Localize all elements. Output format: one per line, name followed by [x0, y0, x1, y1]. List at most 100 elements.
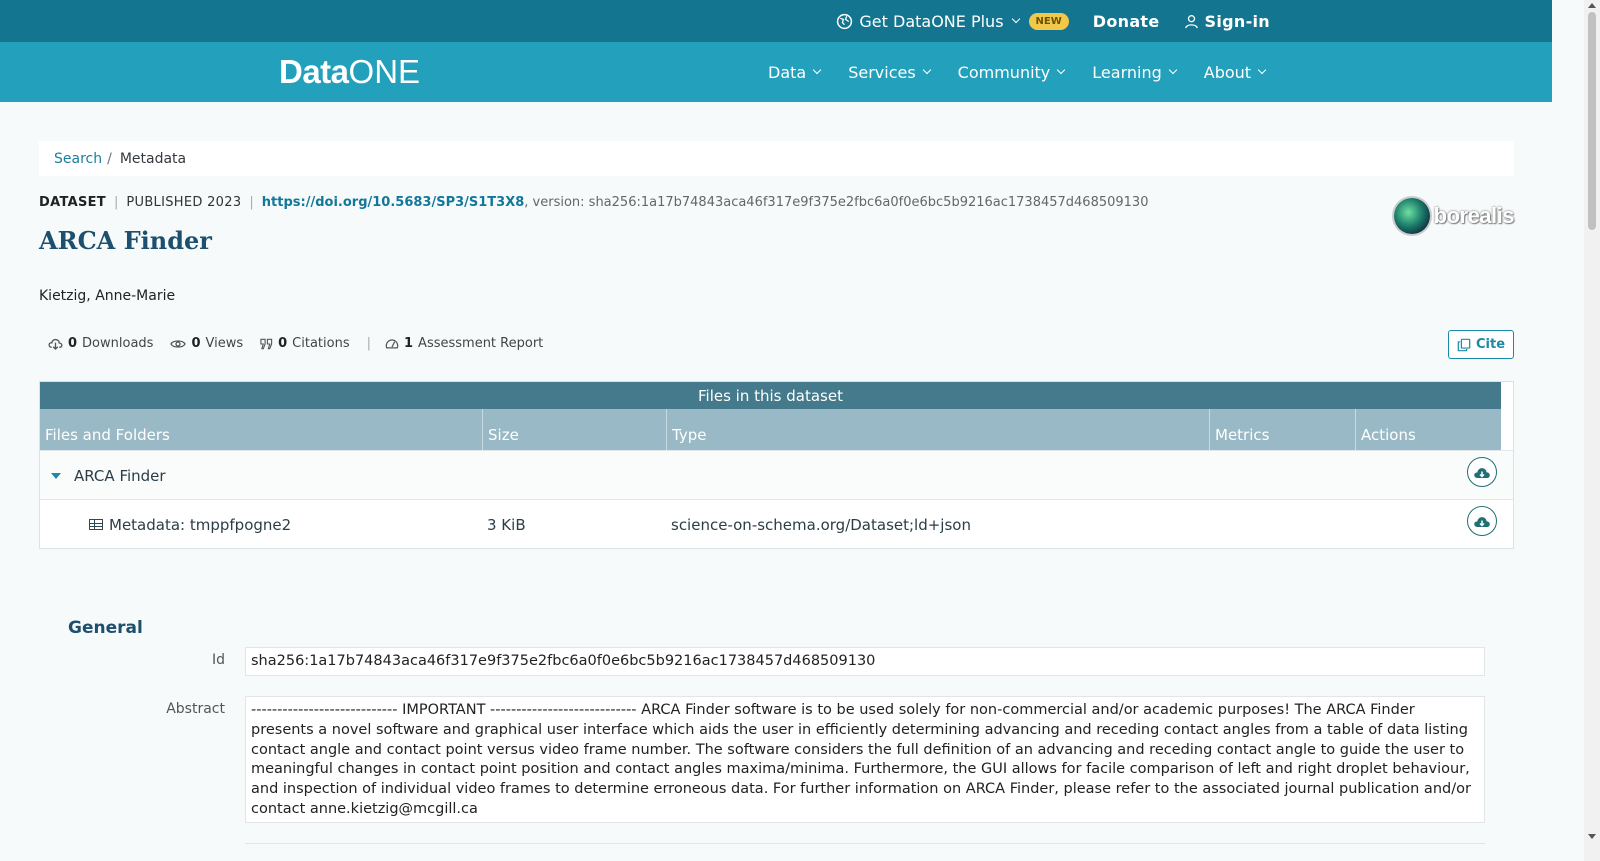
column-metrics: Metrics — [1209, 409, 1355, 450]
folder-name[interactable]: ARCA Finder — [74, 451, 166, 500]
gauge-icon — [385, 339, 399, 349]
assessment-report-stat[interactable]: 1 Assessment Report — [385, 336, 543, 351]
chevron-down-icon — [1257, 65, 1267, 75]
cloud-download-icon — [48, 338, 63, 350]
folder-row[interactable]: ARCA Finder — [40, 450, 1513, 499]
page-title: ARCA Finder — [39, 226, 212, 255]
meta-divider: | — [113, 195, 119, 210]
nav-item-learning[interactable]: Learning — [1092, 62, 1177, 82]
citations-stat: 0 Citations — [260, 336, 350, 351]
chevron-down-icon — [812, 65, 822, 75]
eye-icon — [170, 339, 187, 348]
chevron-down-icon — [1011, 14, 1020, 24]
borealis-emblem-icon — [1394, 198, 1430, 234]
downloads-count: 0 — [68, 336, 78, 351]
globe-icon — [837, 13, 853, 29]
nav-item-label: About — [1203, 62, 1252, 82]
repository-logo[interactable]: borealis — [1394, 197, 1515, 235]
scroll-up-arrow-icon[interactable] — [1588, 3, 1596, 8]
chevron-down-icon — [1057, 65, 1066, 75]
table-icon — [89, 519, 103, 530]
downloads-label: Downloads — [82, 336, 154, 351]
breadcrumb-separator: / — [107, 150, 112, 167]
logo-text-one: ONE — [348, 53, 421, 90]
file-size: 3 KiB — [487, 515, 526, 534]
user-icon — [1184, 14, 1198, 28]
meta-divider: | — [249, 195, 254, 210]
chevron-down-icon — [922, 65, 931, 75]
dataset-stats: 0 Downloads 0 Views 0 Citations | 1 Asse… — [48, 336, 560, 351]
scroll-thumb[interactable] — [1588, 12, 1596, 230]
file-type: science-on-schema.org/Dataset;ld+json — [671, 515, 971, 534]
breadcrumb-search-link[interactable]: Search — [54, 151, 102, 167]
views-stat: 0 Views — [170, 336, 243, 351]
sign-in-link[interactable]: Sign-in — [1184, 12, 1270, 31]
cloud-download-icon — [1474, 516, 1490, 527]
cloud-download-icon — [1474, 467, 1490, 478]
next-field-edge — [245, 843, 1485, 844]
views-count: 0 — [191, 336, 201, 351]
nav-item-community[interactable]: Community — [957, 62, 1066, 82]
quote-icon — [260, 338, 273, 349]
downloads-stat: 0 Downloads — [48, 336, 153, 351]
column-type: Type — [666, 409, 1209, 450]
download-file-button[interactable] — [1467, 506, 1497, 536]
page-scrollbar[interactable] — [1584, 0, 1600, 861]
nav-item-services[interactable]: Services — [848, 62, 931, 82]
breadcrumb: Search / Metadata — [39, 141, 1514, 176]
nav-item-about[interactable]: About — [1203, 62, 1267, 82]
breadcrumb-current: Metadata — [119, 150, 187, 167]
id-value: sha256:1a17b74843aca46f317e9f375e2fbc6a0… — [245, 647, 1485, 676]
abstract-value: ---------------------------- IMPORTANT -… — [245, 696, 1485, 823]
download-folder-button[interactable] — [1467, 457, 1497, 487]
logo-text-data: Data — [279, 53, 349, 90]
id-label: Id — [211, 652, 225, 668]
views-label: Views — [205, 336, 244, 351]
general-section-title: General — [68, 618, 143, 638]
dataset-author: Kietzig, Anne-Marie — [39, 288, 176, 304]
dataone-logo[interactable]: Data ONE — [279, 53, 421, 90]
get-dataone-plus-menu[interactable]: Get DataONE Plus NEW — [836, 11, 1069, 31]
new-badge: NEW — [1028, 12, 1069, 30]
file-row[interactable]: Metadata: tmppfpogne2 3 KiB science-on-s… — [40, 499, 1513, 548]
file-name: Metadata: tmppfpogne2 — [109, 515, 292, 534]
abstract-label: Abstract — [166, 701, 225, 717]
nav-item-label: Data — [768, 62, 807, 82]
main-nav: Data ONE Data Services Community Learning… — [0, 42, 1552, 102]
nav-item-label: Community — [957, 62, 1051, 82]
assessment-label: Assessment Report — [418, 336, 544, 351]
citations-label: Citations — [292, 336, 350, 351]
dataset-type: DATASET — [39, 195, 106, 210]
files-table-columns: Files and Folders Size Type Metrics Acti… — [40, 409, 1501, 450]
donate-link[interactable]: Donate — [1093, 12, 1160, 31]
scroll-down-arrow-icon[interactable] — [1588, 834, 1596, 839]
repository-name: borealis — [1433, 203, 1515, 228]
column-size: Size — [482, 409, 666, 450]
assessment-count: 1 — [404, 336, 414, 351]
version-text: , version: sha256:1a17b74843aca46f317e9f… — [524, 195, 1149, 210]
sign-in-label: Sign-in — [1204, 11, 1270, 31]
donate-label: Donate — [1092, 11, 1160, 31]
nav-item-data[interactable]: Data — [768, 62, 822, 82]
file-name-cell[interactable]: Metadata: tmppfpogne2 — [89, 500, 291, 549]
nav-item-label: Learning — [1092, 62, 1162, 82]
stats-divider: | — [366, 336, 371, 351]
files-table: Files in this dataset Files and Folders … — [39, 381, 1514, 549]
cite-label: Cite — [1475, 337, 1506, 352]
get-dataone-plus-label: Get DataONE Plus — [859, 11, 1004, 31]
doi-link[interactable]: https://doi.org/10.5683/SP3/S1T3X8 — [262, 195, 524, 210]
top-bar: Get DataONE Plus NEW Donate Sign-in — [0, 0, 1552, 42]
top-bar-links: Get DataONE Plus NEW Donate Sign-in — [836, 0, 1270, 42]
column-files-and-folders: Files and Folders — [45, 426, 170, 444]
published-year: PUBLISHED 2023 — [126, 195, 242, 210]
nav-item-label: Services — [848, 62, 916, 82]
citations-count: 0 — [278, 336, 288, 351]
chevron-down-icon — [1168, 65, 1177, 75]
cite-button[interactable]: Cite — [1448, 330, 1514, 359]
dataset-meta-line: DATASET | PUBLISHED 2023 | https://doi.o… — [39, 195, 1148, 210]
nav-items: Data Services Community Learning About — [768, 42, 1267, 102]
copy-icon — [1457, 338, 1471, 351]
files-table-caption: Files in this dataset — [40, 382, 1501, 409]
column-actions: Actions — [1355, 409, 1502, 450]
caret-down-icon[interactable] — [51, 473, 61, 479]
